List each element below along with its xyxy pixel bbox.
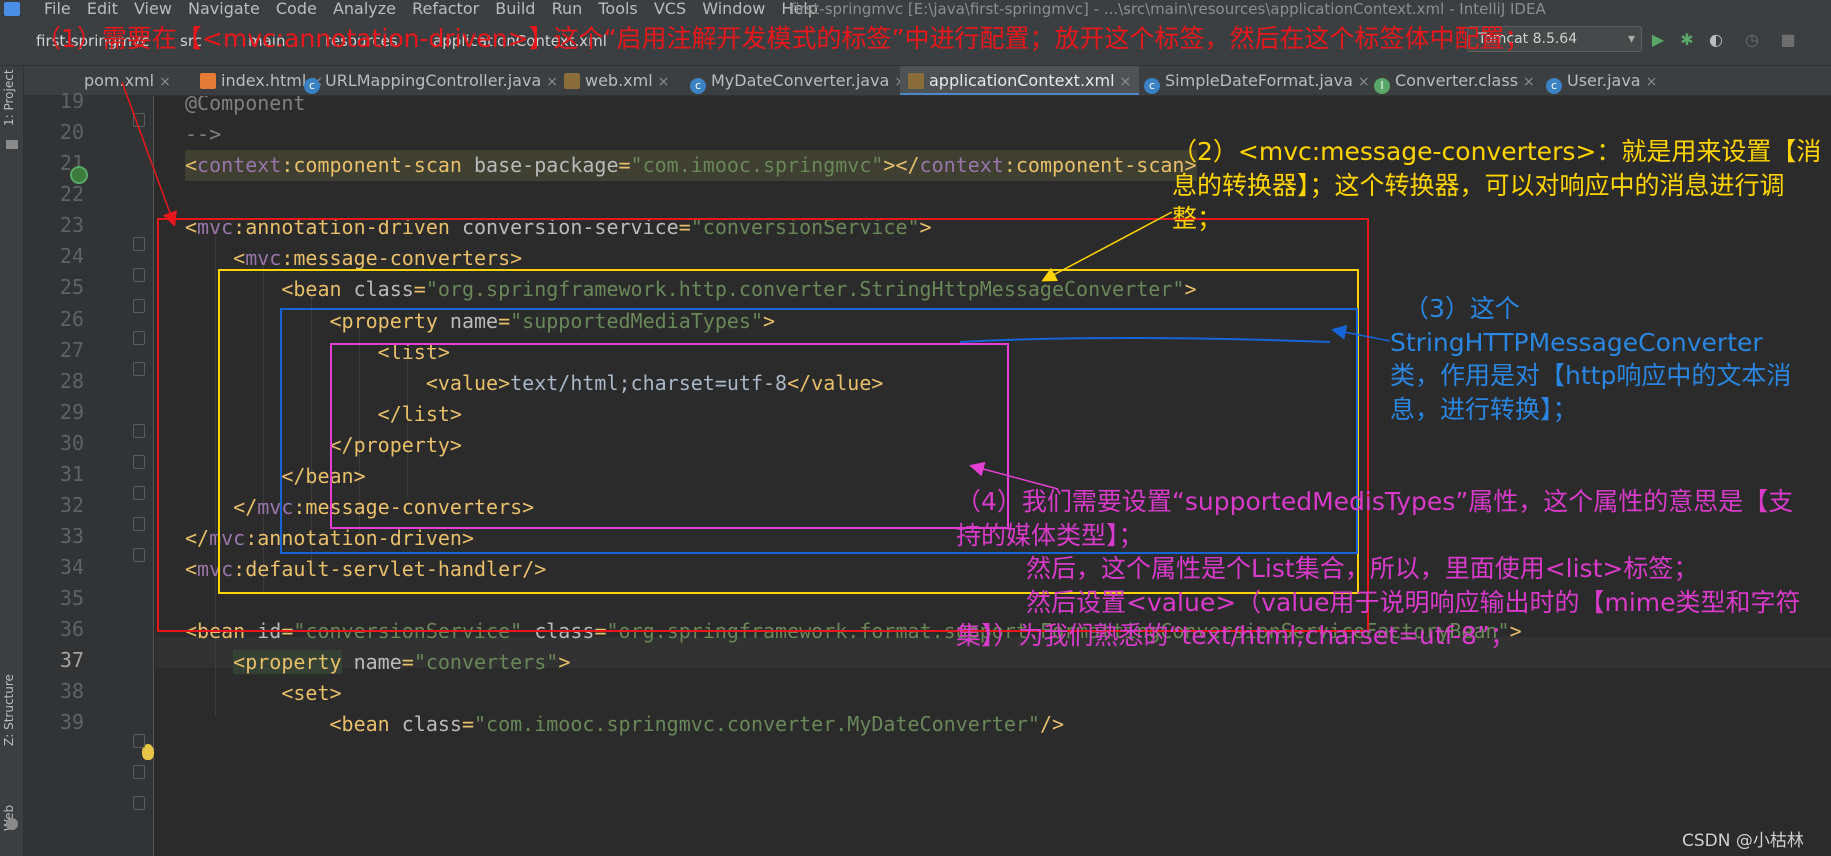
note4-line1: （4）我们需要设置“supportedMedisTypes”属性，这个属性的意思…	[956, 487, 1794, 550]
annotation-note-2: （2）<mvc:message-converters>：就是用来设置【消息的转换…	[1172, 137, 1822, 233]
underline-stringhttpmessageconverter	[959, 337, 1331, 343]
note3-line3: 类，作用是对【http响应中的文本消息，进行转换】；	[1390, 361, 1792, 424]
annotation-note-3: （3）这个 StringHTTPMessageConverter 类，作用是对【…	[1390, 292, 1830, 426]
annotation-arrows	[121, 81, 1391, 490]
arrow-note2	[1041, 211, 1173, 282]
arrow-note1	[121, 81, 177, 227]
note4-line3: 然后设置<value>（value用于说明响应输出时的【mime类型和字符集】）…	[956, 587, 1801, 651]
note4-line2: 然后，这个属性是个List集合，所以，里面使用<list>标签；	[1026, 554, 1699, 583]
note3-line2: StringHTTPMessageConverter	[1390, 327, 1763, 357]
note3-line1: （3）这个	[1404, 294, 1520, 323]
annotation-note-1: （1）需要在【<mvc:annotation-driven>】这个“启用注解开发…	[36, 24, 1530, 53]
watermark: CSDN @小枯林	[1682, 831, 1804, 851]
arrow-note3	[1331, 324, 1391, 342]
annotation-note-4: （4）我们需要设置“supportedMedisTypes”属性，这个属性的意思…	[956, 485, 1811, 653]
